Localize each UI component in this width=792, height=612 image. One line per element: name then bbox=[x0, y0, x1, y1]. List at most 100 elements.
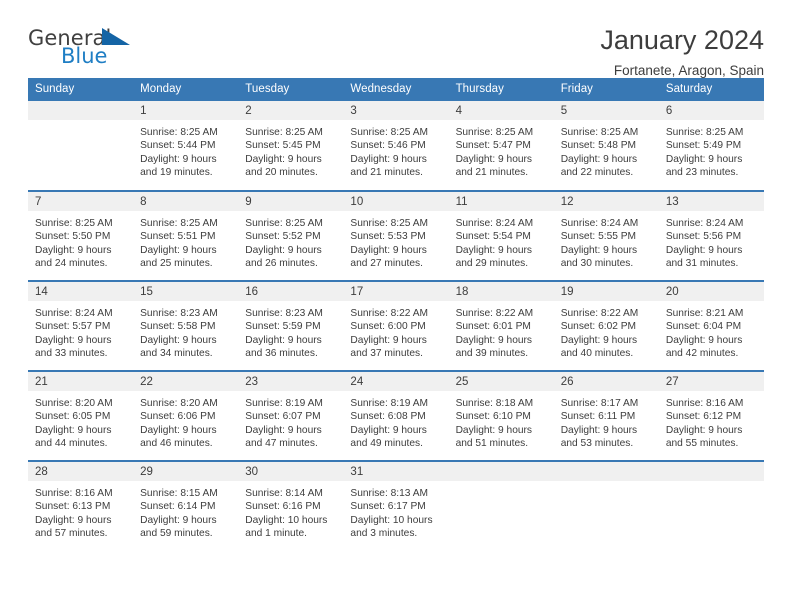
day-info-line: and 25 minutes. bbox=[140, 257, 213, 269]
calendar-day[interactable]: 31 Sunrise: 8:13 AM Sunset: 6:17 PM Dayligh… bbox=[343, 462, 449, 550]
day-number bbox=[448, 462, 554, 481]
day-info-line: Sunset: 5:45 PM bbox=[245, 140, 321, 152]
calendar-cell bbox=[553, 460, 659, 551]
calendar-day[interactable]: 9 Sunrise: 8:25 AM Sunset: 5:52 PM Daylight… bbox=[238, 192, 344, 280]
day-info-line: Sunrise: 8:25 AM bbox=[350, 218, 429, 229]
calendar-day[interactable]: 4 Sunrise: 8:25 AM Sunset: 5:47 PM Daylight… bbox=[448, 101, 554, 189]
day-sun-info: Sunrise: 8:24 AM Sunset: 5:57 PM Daylight:… bbox=[28, 301, 133, 360]
day-number: 24 bbox=[343, 372, 449, 391]
calendar-day-empty bbox=[28, 101, 134, 189]
day-info-line: and 20 minutes. bbox=[245, 166, 318, 178]
day-number: 27 bbox=[658, 372, 764, 391]
day-info-line: Sunrise: 8:22 AM bbox=[560, 308, 639, 319]
day-number: 18 bbox=[448, 282, 554, 301]
day-number: 26 bbox=[553, 372, 659, 391]
calendar-day[interactable]: 26 Sunrise: 8:17 AM Sunset: 6:11 PM Dayligh… bbox=[553, 372, 659, 460]
day-sun-info: Sunrise: 8:25 AM Sunset: 5:53 PM Daylight:… bbox=[343, 211, 448, 270]
calendar-day[interactable]: 30 Sunrise: 8:14 AM Sunset: 6:16 PM Dayligh… bbox=[238, 462, 344, 550]
calendar-cell bbox=[28, 101, 134, 191]
calendar-day[interactable]: 19 Sunrise: 8:22 AM Sunset: 6:02 PM Dayligh… bbox=[553, 282, 659, 370]
weekday-header-friday: Friday bbox=[553, 78, 659, 101]
day-info-line: and 37 minutes. bbox=[350, 347, 423, 359]
day-number: 20 bbox=[658, 282, 764, 301]
day-number: 22 bbox=[133, 372, 239, 391]
day-number bbox=[28, 101, 134, 120]
day-info-line: Sunrise: 8:16 AM bbox=[665, 398, 744, 409]
day-info-line: and 46 minutes. bbox=[140, 437, 213, 449]
day-info-line: and 33 minutes. bbox=[35, 347, 108, 359]
calendar-day[interactable]: 1 Sunrise: 8:25 AM Sunset: 5:44 PM Daylight… bbox=[133, 101, 239, 189]
calendar-day[interactable]: 5 Sunrise: 8:25 AM Sunset: 5:48 PM Daylight… bbox=[553, 101, 659, 189]
day-info-line: Daylight: 9 hours bbox=[560, 424, 638, 436]
day-info-line: Daylight: 9 hours bbox=[35, 334, 112, 346]
day-number: 7 bbox=[28, 192, 134, 211]
calendar-cell: 2 Sunrise: 8:25 AM Sunset: 5:45 PM Daylight… bbox=[238, 101, 344, 191]
calendar-day[interactable]: 15 Sunrise: 8:23 AM Sunset: 5:58 PM Dayligh… bbox=[133, 282, 239, 370]
day-info-line: Daylight: 9 hours bbox=[350, 424, 427, 436]
day-info-line: Sunset: 5:56 PM bbox=[665, 231, 742, 243]
day-info-line: Daylight: 9 hours bbox=[245, 153, 322, 165]
calendar-day[interactable]: 24 Sunrise: 8:19 AM Sunset: 6:08 PM Dayligh… bbox=[343, 372, 449, 460]
day-info-line: Sunset: 6:10 PM bbox=[455, 411, 531, 423]
day-info-line: and 22 minutes. bbox=[560, 166, 634, 178]
day-info-line: and 19 minutes. bbox=[140, 166, 213, 178]
calendar-day[interactable]: 17 Sunrise: 8:22 AM Sunset: 6:00 PM Dayligh… bbox=[343, 282, 449, 370]
calendar-day[interactable]: 22 Sunrise: 8:20 AM Sunset: 6:06 PM Dayligh… bbox=[133, 372, 239, 460]
calendar-week-row: 28 Sunrise: 8:16 AM Sunset: 6:13 PM Dayligh… bbox=[28, 460, 764, 551]
calendar-cell: 24 Sunrise: 8:19 AM Sunset: 6:08 PM Dayligh… bbox=[343, 370, 449, 461]
day-sun-info bbox=[28, 120, 133, 126]
day-info-line: Sunrise: 8:24 AM bbox=[35, 308, 113, 319]
calendar-day[interactable]: 8 Sunrise: 8:25 AM Sunset: 5:51 PM Daylight… bbox=[133, 192, 239, 280]
day-sun-info: Sunrise: 8:23 AM Sunset: 5:58 PM Daylight:… bbox=[133, 301, 238, 360]
calendar-day[interactable]: 25 Sunrise: 8:18 AM Sunset: 6:10 PM Dayligh… bbox=[448, 372, 554, 460]
day-number: 11 bbox=[448, 192, 554, 211]
calendar-day[interactable]: 29 Sunrise: 8:15 AM Sunset: 6:14 PM Dayligh… bbox=[133, 462, 239, 550]
day-info-line: Sunset: 5:51 PM bbox=[140, 231, 216, 243]
day-info-line: Sunrise: 8:25 AM bbox=[140, 127, 218, 138]
page-title: January 2024 bbox=[600, 25, 764, 55]
day-info-line: Daylight: 9 hours bbox=[665, 244, 743, 256]
calendar-cell: 31 Sunrise: 8:13 AM Sunset: 6:17 PM Dayligh… bbox=[343, 460, 449, 551]
calendar-day[interactable]: 16 Sunrise: 8:23 AM Sunset: 5:59 PM Dayligh… bbox=[238, 282, 344, 370]
calendar-day[interactable]: 28 Sunrise: 8:16 AM Sunset: 6:13 PM Dayligh… bbox=[28, 462, 134, 550]
calendar-day[interactable]: 11 Sunrise: 8:24 AM Sunset: 5:54 PM Dayligh… bbox=[448, 192, 554, 280]
day-info-line: and 53 minutes. bbox=[560, 437, 634, 449]
day-sun-info: Sunrise: 8:20 AM Sunset: 6:06 PM Daylight:… bbox=[133, 391, 238, 450]
day-info-line: and 21 minutes. bbox=[350, 166, 423, 178]
day-sun-info: Sunrise: 8:22 AM Sunset: 6:00 PM Daylight:… bbox=[343, 301, 448, 360]
day-info-line: Sunrise: 8:24 AM bbox=[455, 218, 534, 229]
day-info-line: and 55 minutes. bbox=[665, 437, 739, 449]
day-number: 30 bbox=[238, 462, 344, 481]
calendar-day[interactable]: 13 Sunrise: 8:24 AM Sunset: 5:56 PM Dayligh… bbox=[658, 192, 764, 280]
calendar-day[interactable]: 20 Sunrise: 8:21 AM Sunset: 6:04 PM Dayligh… bbox=[658, 282, 764, 370]
calendar-day[interactable]: 10 Sunrise: 8:25 AM Sunset: 5:53 PM Dayligh… bbox=[343, 192, 449, 280]
calendar-day[interactable]: 18 Sunrise: 8:22 AM Sunset: 6:01 PM Dayligh… bbox=[448, 282, 554, 370]
day-sun-info: Sunrise: 8:16 AM Sunset: 6:13 PM Daylight:… bbox=[28, 481, 133, 540]
day-info-line: Sunrise: 8:23 AM bbox=[140, 308, 218, 319]
calendar-day[interactable]: 23 Sunrise: 8:19 AM Sunset: 6:07 PM Dayligh… bbox=[238, 372, 344, 460]
day-info-line: Daylight: 9 hours bbox=[140, 424, 217, 436]
day-info-line: Sunset: 6:12 PM bbox=[665, 411, 742, 423]
calendar-day[interactable]: 2 Sunrise: 8:25 AM Sunset: 5:45 PM Daylight… bbox=[238, 101, 344, 189]
day-info-line: Daylight: 9 hours bbox=[35, 514, 112, 526]
day-info-line: Sunset: 5:50 PM bbox=[35, 231, 111, 243]
calendar-week-row: 1 Sunrise: 8:25 AM Sunset: 5:44 PM Daylight… bbox=[28, 101, 764, 191]
calendar-day[interactable]: 3 Sunrise: 8:25 AM Sunset: 5:46 PM Daylight… bbox=[343, 101, 449, 189]
weekday-header-tuesday: Tuesday bbox=[238, 78, 344, 101]
day-sun-info: Sunrise: 8:25 AM Sunset: 5:44 PM Daylight:… bbox=[133, 120, 238, 179]
day-info-line: and 59 minutes. bbox=[140, 527, 213, 539]
calendar-day[interactable]: 21 Sunrise: 8:20 AM Sunset: 6:05 PM Dayligh… bbox=[28, 372, 134, 460]
day-info-line: and 49 minutes. bbox=[350, 437, 423, 449]
day-info-line: and 42 minutes. bbox=[665, 347, 739, 359]
day-sun-info: Sunrise: 8:21 AM Sunset: 6:04 PM Daylight:… bbox=[659, 301, 764, 360]
day-info-line: Sunset: 6:07 PM bbox=[245, 411, 321, 423]
calendar-day[interactable]: 6 Sunrise: 8:25 AM Sunset: 5:49 PM Daylight… bbox=[658, 101, 764, 189]
calendar-day[interactable]: 14 Sunrise: 8:24 AM Sunset: 5:57 PM Dayligh… bbox=[28, 282, 134, 370]
calendar-cell: 10 Sunrise: 8:25 AM Sunset: 5:53 PM Dayligh… bbox=[343, 190, 449, 281]
day-info-line: Daylight: 9 hours bbox=[140, 244, 217, 256]
calendar-day[interactable]: 27 Sunrise: 8:16 AM Sunset: 6:12 PM Dayligh… bbox=[658, 372, 764, 460]
day-sun-info: Sunrise: 8:25 AM Sunset: 5:51 PM Daylight:… bbox=[133, 211, 238, 270]
calendar-day[interactable]: 7 Sunrise: 8:25 AM Sunset: 5:50 PM Daylight… bbox=[28, 192, 134, 280]
day-info-line: Sunset: 6:06 PM bbox=[140, 411, 216, 423]
calendar-day[interactable]: 12 Sunrise: 8:24 AM Sunset: 5:55 PM Dayligh… bbox=[553, 192, 659, 280]
